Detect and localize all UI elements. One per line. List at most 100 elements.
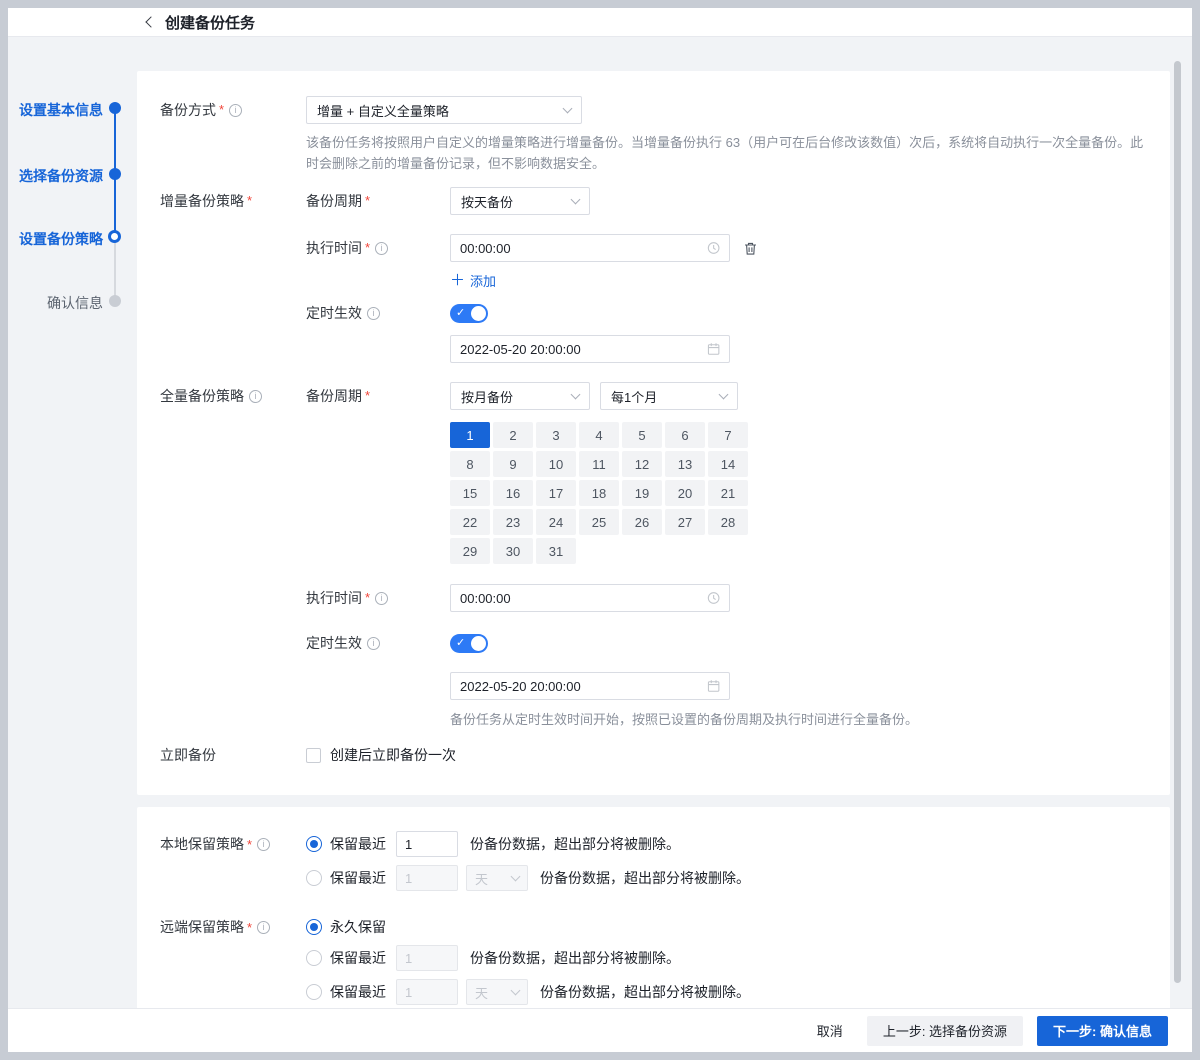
info-icon[interactable]: i (367, 637, 380, 650)
step-rail: 设置基本信息 选择备份资源 设置备份策略 确认信息 (8, 37, 138, 1008)
remote-retention-option-forever: 永久保留 (306, 917, 750, 937)
day-cell[interactable]: 19 (622, 480, 662, 506)
day-cell[interactable]: 1 (450, 422, 490, 448)
day-cell[interactable]: 2 (493, 422, 533, 448)
day-cell[interactable]: 21 (708, 480, 748, 506)
day-cell[interactable]: 29 (450, 538, 490, 564)
info-icon[interactable]: i (229, 104, 242, 117)
check-icon: ✓ (456, 636, 465, 651)
info-icon[interactable]: i (375, 592, 388, 605)
day-cell[interactable]: 13 (665, 451, 705, 477)
day-cell[interactable]: 28 (708, 509, 748, 535)
day-cell[interactable]: 4 (579, 422, 619, 448)
check-icon: ✓ (456, 306, 465, 321)
day-cell[interactable]: 9 (493, 451, 533, 477)
day-cell[interactable]: 18 (579, 480, 619, 506)
inc-cycle-select[interactable]: 按天备份 (450, 187, 590, 215)
page-frame: 创建备份任务 设置基本信息 选择备份资源 设置备份策略 确认信息 备份方式*i (0, 0, 1200, 1060)
step-item-strategy[interactable]: 设置备份策略 (8, 229, 103, 249)
radio-unselected[interactable] (306, 950, 322, 966)
full-cycle-select[interactable]: 按月备份 (450, 382, 590, 410)
day-cell[interactable]: 15 (450, 480, 490, 506)
content-area: 设置基本信息 选择备份资源 设置备份策略 确认信息 备份方式*i 增量 + (8, 37, 1192, 1008)
info-icon[interactable]: i (257, 921, 270, 934)
inc-schedule-datetime-input[interactable] (450, 335, 730, 363)
plus-icon: ＋ (450, 273, 465, 288)
delete-time-button[interactable] (743, 234, 758, 262)
day-cell[interactable]: 23 (493, 509, 533, 535)
step-item-basic-info[interactable]: 设置基本信息 (8, 100, 103, 120)
add-time-link[interactable]: ＋ 添加 (450, 271, 496, 290)
info-icon[interactable]: i (367, 307, 380, 320)
day-cell[interactable]: 5 (622, 422, 662, 448)
day-cell[interactable]: 30 (493, 538, 533, 564)
day-cell[interactable]: 26 (622, 509, 662, 535)
inc-schedule-datetime-field[interactable] (460, 342, 707, 357)
radio-unselected[interactable] (306, 984, 322, 1000)
local-retention-label: 本地保留策略*i (160, 835, 306, 854)
full-exec-time-input[interactable] (450, 584, 730, 612)
radio-unselected[interactable] (306, 870, 322, 886)
inc-schedule-toggle[interactable]: ✓ (450, 304, 488, 323)
inc-cycle-label: 备份周期* (306, 187, 450, 215)
back-button[interactable] (140, 13, 158, 31)
backup-method-select[interactable]: 增量 + 自定义全量策略 (306, 96, 582, 124)
prev-step-button[interactable]: 上一步: 选择备份资源 (867, 1016, 1023, 1046)
full-interval-select[interactable]: 每1个月 (600, 382, 738, 410)
immediate-backup-checkbox-label: 创建后立即备份一次 (330, 746, 456, 765)
chevron-down-icon (563, 103, 573, 113)
chevron-down-icon (511, 871, 521, 881)
radio-selected[interactable] (306, 919, 322, 935)
day-cell[interactable]: 22 (450, 509, 490, 535)
chevron-down-icon (571, 389, 581, 399)
remote-retention-option-count: 保留最近 份备份数据，超出部分将被删除。 (306, 945, 750, 971)
backup-method-description: 该备份任务将按照用户自定义的增量策略进行增量备份。当增量备份执行 63（用户可在… (306, 132, 1152, 174)
radio-selected[interactable] (306, 836, 322, 852)
step-item-select-resource[interactable]: 选择备份资源 (8, 166, 103, 186)
day-cell[interactable]: 10 (536, 451, 576, 477)
full-schedule-toggle[interactable]: ✓ (450, 634, 488, 653)
day-cell[interactable]: 16 (493, 480, 533, 506)
info-icon[interactable]: i (249, 390, 262, 403)
info-icon[interactable]: i (257, 838, 270, 851)
required-asterisk: * (247, 835, 252, 854)
info-icon[interactable]: i (375, 242, 388, 255)
remote-unit-select[interactable]: 天 (466, 979, 528, 1005)
day-cell[interactable]: 3 (536, 422, 576, 448)
day-cell[interactable]: 24 (536, 509, 576, 535)
local-count-input[interactable] (396, 831, 458, 857)
day-cell[interactable]: 6 (665, 422, 705, 448)
local-unit-select[interactable]: 天 (466, 865, 528, 891)
immediate-backup-checkbox[interactable] (306, 748, 321, 763)
calendar-icon (707, 342, 720, 356)
chevron-down-icon (511, 985, 521, 995)
remote-days-input[interactable] (396, 979, 458, 1005)
remote-retention-row: 远端保留策略*i 永久保留 保留最近 份备份数据，超出部分将被删除。 (160, 917, 1146, 1005)
full-exec-time-field[interactable] (460, 591, 707, 606)
day-cell[interactable]: 17 (536, 480, 576, 506)
day-cell[interactable]: 25 (579, 509, 619, 535)
backup-method-label: 备份方式*i (160, 96, 306, 124)
app-window: 创建备份任务 设置基本信息 选择备份资源 设置备份策略 确认信息 备份方式*i (8, 8, 1192, 1052)
day-cell[interactable]: 20 (665, 480, 705, 506)
inc-exec-time-field[interactable] (460, 241, 707, 256)
chevron-down-icon (719, 389, 729, 399)
remote-count-input[interactable] (396, 945, 458, 971)
cancel-button[interactable]: 取消 (807, 1016, 853, 1046)
local-days-input[interactable] (396, 865, 458, 891)
day-cell[interactable]: 31 (536, 538, 576, 564)
clock-icon (707, 591, 720, 605)
day-cell[interactable]: 27 (665, 509, 705, 535)
full-schedule-datetime-field[interactable] (460, 679, 707, 694)
day-cell[interactable]: 12 (622, 451, 662, 477)
next-step-button[interactable]: 下一步: 确认信息 (1037, 1016, 1168, 1046)
page-title: 创建备份任务 (165, 12, 255, 33)
day-cell[interactable]: 11 (579, 451, 619, 477)
day-cell[interactable]: 8 (450, 451, 490, 477)
inc-exec-time-input[interactable] (450, 234, 730, 262)
vertical-scrollbar[interactable] (1174, 61, 1181, 983)
day-cell[interactable]: 7 (708, 422, 748, 448)
step-item-confirm[interactable]: 确认信息 (8, 293, 103, 313)
full-schedule-datetime-input[interactable] (450, 672, 730, 700)
day-cell[interactable]: 14 (708, 451, 748, 477)
